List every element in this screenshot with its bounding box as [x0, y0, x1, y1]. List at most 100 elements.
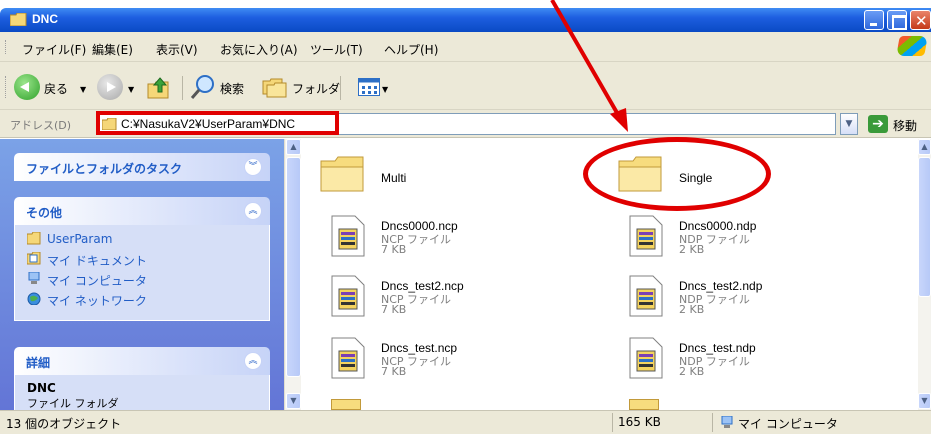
menu-help[interactable]: ヘルプ(H)	[384, 41, 438, 58]
document-icon	[629, 215, 663, 257]
toolbar-separator	[340, 76, 341, 100]
panel-header[interactable]: 詳細 ︽	[14, 347, 270, 375]
folder-icon	[320, 156, 364, 192]
panel-header[interactable]: ファイルとフォルダのタスク ︾	[14, 153, 270, 181]
file-item[interactable]: Dncs0000.ndp NDP ファイル 2 KB	[607, 211, 897, 271]
toolbar-separator	[182, 76, 183, 100]
menu-tools[interactable]: ツール(T)	[310, 41, 363, 58]
other-places-panel: その他 ︽ UserParam マイ ドキュメント マイ コンピュータ マイ ネ…	[14, 197, 270, 321]
folder-icon	[10, 13, 27, 26]
search-button-label[interactable]: 検索	[220, 80, 244, 97]
views-icon[interactable]	[358, 78, 380, 96]
folders-button-label[interactable]: フォルダ	[292, 80, 340, 97]
sidebar-item-my-computer[interactable]: マイ コンピュータ	[15, 269, 269, 289]
partial-file-icon	[331, 399, 361, 410]
forward-dropdown-icon[interactable]: ▼	[128, 85, 134, 94]
address-input[interactable]: C:¥NasukaV2¥UserParam¥DNC	[97, 113, 836, 135]
back-button-label[interactable]: 戻る	[44, 80, 68, 97]
status-separator	[712, 413, 713, 432]
maximize-button[interactable]	[887, 10, 907, 30]
sidebar-item-my-network[interactable]: マイ ネットワーク	[15, 289, 269, 309]
scroll-up-icon[interactable]: ▲	[286, 139, 301, 155]
address-dropdown-button[interactable]: ▼	[840, 113, 858, 135]
chevron-up-icon[interactable]: ︽	[244, 352, 262, 370]
status-bar: 13 個のオブジェクト 165 KB マイ コンピュータ	[0, 410, 931, 434]
file-list-scrollbar[interactable]: ▲ ▼	[918, 139, 931, 410]
folders-icon[interactable]	[262, 76, 288, 98]
status-size: 165 KB	[618, 415, 661, 429]
document-icon	[629, 275, 663, 317]
folder-item-multi[interactable]: Multi	[309, 147, 599, 207]
file-size: 2 KB	[679, 303, 705, 316]
file-name: Multi	[381, 171, 407, 185]
scroll-thumb[interactable]	[918, 157, 931, 297]
scroll-up-icon[interactable]: ▲	[918, 139, 931, 155]
window-title: DNC	[32, 12, 58, 26]
close-button[interactable]: ✕	[910, 10, 931, 30]
document-icon	[629, 337, 663, 379]
sidebar-item-label: マイ コンピュータ	[47, 274, 147, 288]
sidebar-item-label: マイ ネットワーク	[47, 294, 147, 308]
file-item[interactable]: Dncs_test.ndp NDP ファイル 2 KB	[607, 333, 897, 393]
file-item[interactable]: Dncs_test2.ndp NDP ファイル 2 KB	[607, 271, 897, 331]
close-icon: ✕	[915, 12, 928, 30]
address-bar: アドレス(D) C:¥NasukaV2¥UserParam¥DNC ▼ ➔ 移動	[0, 110, 931, 138]
details-type: ファイル フォルダ	[27, 397, 119, 410]
sidebar-item-my-documents[interactable]: マイ ドキュメント	[15, 249, 269, 269]
partial-file-icon	[629, 399, 659, 410]
search-icon[interactable]	[190, 74, 216, 100]
file-size: 2 KB	[679, 365, 705, 378]
file-item[interactable]: Dncs_test.ncp NCP ファイル 7 KB	[309, 333, 599, 393]
chevron-up-icon[interactable]: ︽	[244, 202, 262, 220]
sidebar-item-label: マイ ドキュメント	[47, 254, 147, 268]
status-separator	[612, 413, 613, 432]
panel-body: DNC ファイル フォルダ	[14, 375, 270, 410]
task-pane-scrollbar[interactable]: ▲ ▼	[284, 139, 301, 410]
menu-bar: ファイル(F) 編集(E) 表示(V) お気に入り(A) ツール(T) ヘルプ(…	[0, 32, 931, 62]
minimize-button[interactable]	[864, 10, 884, 30]
panel-title: その他	[26, 206, 63, 220]
up-folder-icon[interactable]	[146, 76, 172, 100]
document-icon	[331, 275, 365, 317]
document-icon	[331, 337, 365, 379]
file-folder-tasks-panel: ファイルとフォルダのタスク ︾	[14, 153, 270, 181]
toolbar-grip	[5, 76, 8, 98]
scroll-thumb[interactable]	[286, 157, 301, 377]
file-list: Multi Single Dncs0000.ncp NCP ファイル 7 KB …	[301, 139, 918, 410]
menu-favorites[interactable]: お気に入り(A)	[220, 41, 298, 58]
file-name: Single	[679, 171, 713, 185]
status-location: マイ コンピュータ	[738, 417, 838, 431]
panel-body: UserParam マイ ドキュメント マイ コンピュータ マイ ネットワーク	[14, 225, 270, 321]
task-pane: ファイルとフォルダのタスク ︾ その他 ︽ UserParam マイ ドキュメン…	[0, 139, 284, 410]
back-dropdown-icon[interactable]: ▼	[80, 85, 86, 94]
folder-icon	[618, 156, 662, 192]
computer-icon	[28, 272, 40, 284]
folder-item-single[interactable]: Single	[607, 147, 897, 207]
sidebar-item-userparam[interactable]: UserParam	[15, 229, 269, 249]
go-arrow-icon[interactable]: ➔	[868, 115, 888, 133]
network-icon	[27, 292, 41, 305]
file-size: 7 KB	[381, 365, 407, 378]
menu-grip	[5, 40, 8, 54]
menu-file[interactable]: ファイル(F)	[22, 41, 86, 58]
file-size: 2 KB	[679, 243, 705, 256]
windows-logo-icon	[896, 36, 928, 56]
panel-header[interactable]: その他 ︽	[14, 197, 270, 225]
title-bar: DNC ✕	[0, 8, 931, 32]
back-arrow-icon[interactable]	[14, 74, 40, 100]
views-dropdown-icon[interactable]: ▼	[382, 85, 388, 94]
panel-title: 詳細	[26, 356, 51, 370]
address-value: C:¥NasukaV2¥UserParam¥DNC	[121, 117, 296, 131]
go-button-label[interactable]: 移動	[893, 117, 917, 134]
forward-arrow-icon[interactable]	[97, 74, 123, 100]
file-size: 7 KB	[381, 243, 407, 256]
file-item[interactable]: Dncs_test2.ncp NCP ファイル 7 KB	[309, 271, 599, 331]
menu-view[interactable]: 表示(V)	[156, 41, 198, 58]
file-item[interactable]: Dncs0000.ncp NCP ファイル 7 KB	[309, 211, 599, 271]
scroll-down-icon[interactable]: ▼	[286, 393, 301, 409]
scroll-down-icon[interactable]: ▼	[918, 393, 931, 409]
folder-icon	[27, 232, 41, 245]
toolbar: 戻る ▼ ▼ 検索 フォルダ ▼	[0, 62, 931, 110]
menu-edit[interactable]: 編集(E)	[92, 41, 133, 58]
chevron-down-icon[interactable]: ︾	[244, 158, 262, 176]
